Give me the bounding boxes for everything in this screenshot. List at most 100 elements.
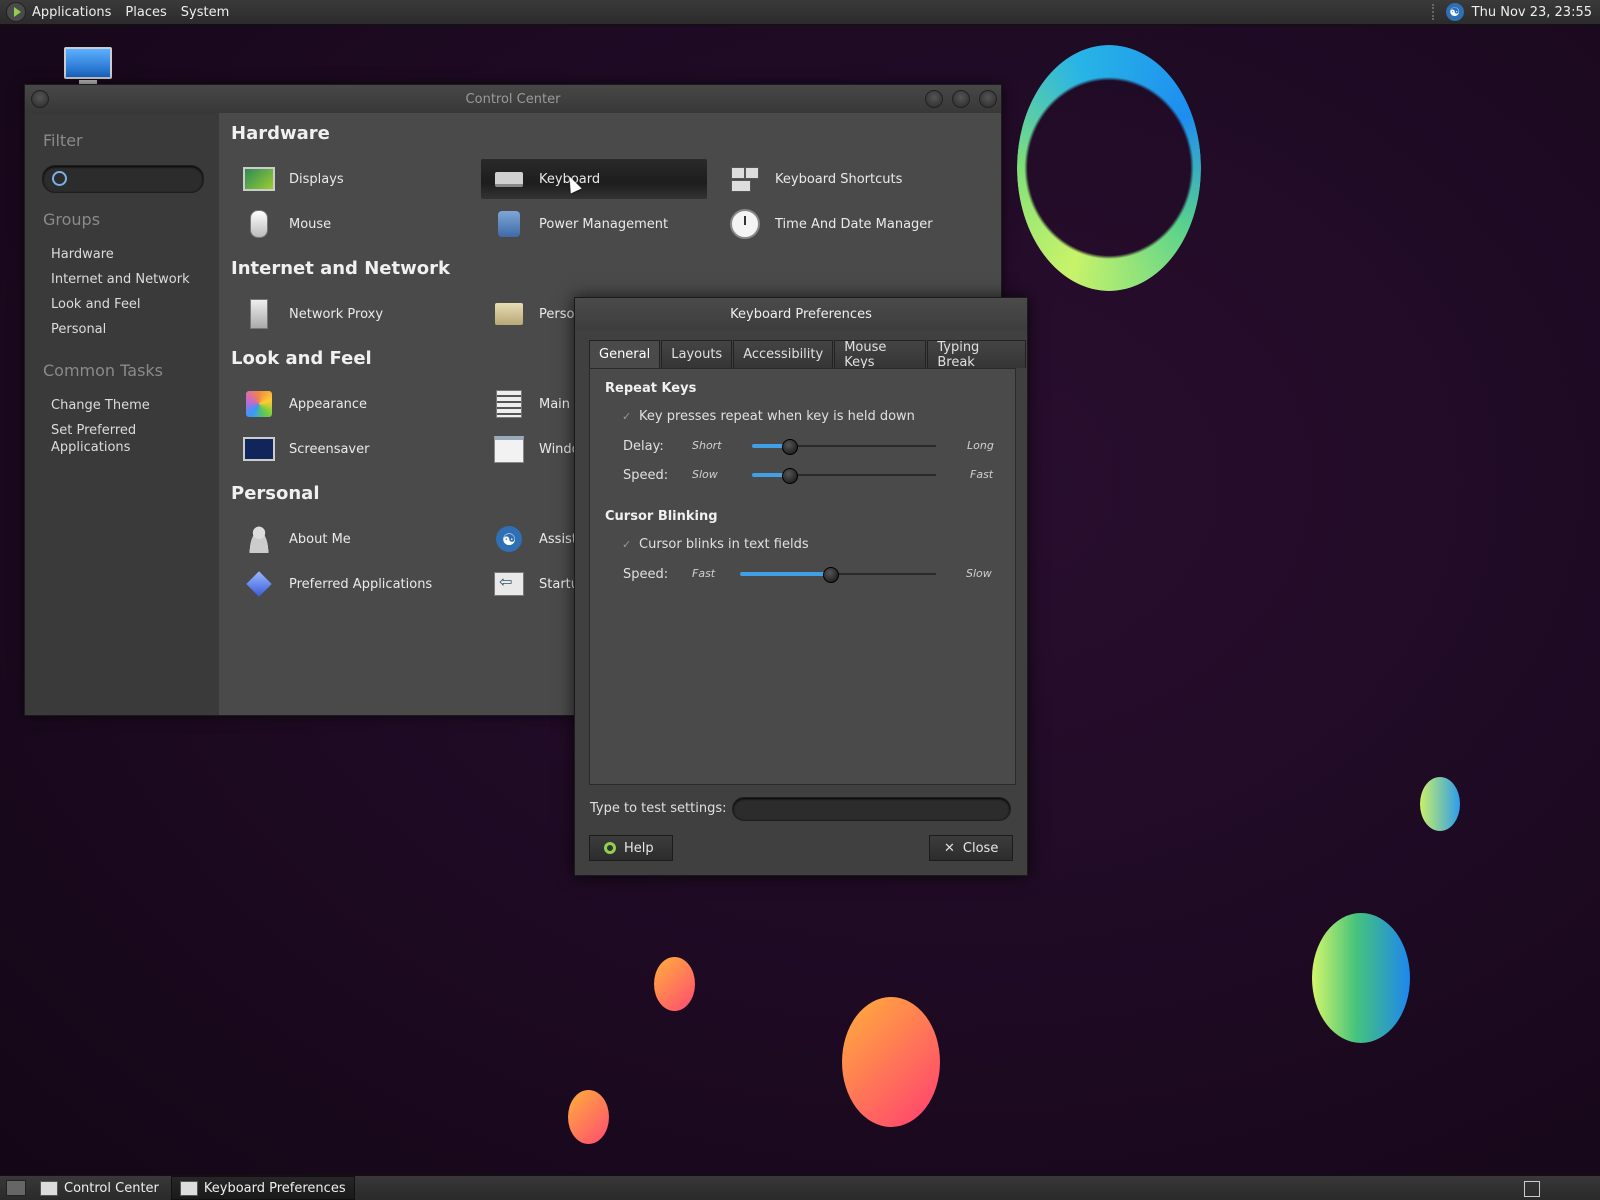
taskbar-control-center[interactable]: Control Center (32, 1177, 167, 1199)
general-tab-panel: Repeat Keys ✓ Key presses repeat when ke… (589, 368, 1016, 785)
section-internet-title: Internet and Network (231, 258, 450, 279)
keyboard-preferences-window: Keyboard Preferences General Layouts Acc… (574, 297, 1028, 876)
repeat-speed-label: Speed: (623, 468, 669, 483)
repeat-keys-checkbox[interactable]: ✓ Key presses repeat when key is held do… (622, 409, 915, 424)
taskbar-keyboard-preferences[interactable]: Keyboard Preferences (170, 1176, 355, 1200)
main-menu-icon (496, 390, 522, 418)
wallpaper-bubble (568, 1090, 609, 1144)
delay-max-label: Long (967, 439, 994, 452)
control-center-sidebar: Filter Groups Hardware Internet and Netw… (25, 113, 219, 715)
keyboard-preferences-titlebar[interactable]: Keyboard Preferences (575, 298, 1027, 330)
close-button[interactable]: ✕ Close (929, 835, 1013, 861)
test-settings-label: Type to test settings: (590, 801, 727, 816)
group-internet-network[interactable]: Internet and Network (51, 271, 190, 288)
preferred-applications-icon (246, 571, 272, 597)
panel-grip-icon (1431, 4, 1438, 20)
group-hardware[interactable]: Hardware (51, 246, 114, 263)
slider-knob[interactable] (781, 439, 798, 455)
repeat-speed-slider[interactable] (752, 468, 936, 484)
item-time-date-manager[interactable]: Time And Date Manager (717, 204, 943, 244)
about-me-icon (247, 525, 271, 553)
help-icon (604, 842, 616, 854)
wallpaper-bubble (1420, 777, 1460, 831)
minimize-button[interactable] (925, 90, 943, 108)
tab-typing-break[interactable]: Typing Break (927, 340, 1026, 370)
tab-layouts[interactable]: Layouts (661, 340, 733, 368)
tab-mouse-keys[interactable]: Mouse Keys (834, 340, 927, 370)
clock[interactable]: Thu Nov 23, 23:55 (1472, 5, 1592, 20)
blink-speed-slider[interactable] (740, 567, 936, 583)
close-icon: ✕ (944, 840, 955, 856)
item-screensaver[interactable]: Screensaver (231, 429, 457, 469)
keyboard-shortcuts-icon (731, 167, 759, 192)
repeat-speed-min-label: Slow (692, 468, 718, 481)
delay-slider[interactable] (752, 439, 936, 455)
filter-input[interactable] (71, 169, 195, 189)
repeat-speed-max-label: Fast (970, 468, 994, 481)
mouse-icon (250, 210, 268, 238)
section-hardware-title: Hardware (231, 123, 330, 144)
search-icon (52, 171, 67, 186)
workspace-switcher-icon[interactable] (1524, 1181, 1540, 1197)
filter-heading: Filter (43, 131, 83, 150)
item-about-me[interactable]: About Me (231, 519, 457, 559)
item-preferred-applications[interactable]: Preferred Applications (231, 564, 457, 604)
control-center-titlebar[interactable]: Control Center (25, 85, 1001, 113)
wallpaper-bubble (1312, 913, 1410, 1043)
slider-knob[interactable] (781, 468, 798, 484)
slider-knob[interactable] (823, 567, 840, 583)
delay-label: Delay: (623, 439, 664, 454)
item-keyboard-shortcuts[interactable]: Keyboard Shortcuts (717, 159, 943, 199)
system-menu[interactable]: System (181, 5, 229, 20)
group-personal[interactable]: Personal (51, 321, 106, 338)
wallpaper-ring (1017, 45, 1201, 291)
network-proxy-icon (250, 299, 268, 329)
bottom-panel: Control Center Keyboard Preferences (0, 1175, 1600, 1200)
startup-icon (494, 572, 524, 596)
checkmark-icon: ✓ (622, 410, 632, 423)
help-button[interactable]: Help (589, 835, 673, 861)
task-change-theme[interactable]: Change Theme (51, 397, 150, 414)
accessibility-icon[interactable]: ☯ (1445, 3, 1464, 21)
window-menu-button[interactable] (31, 90, 49, 108)
tab-bar: General Layouts Accessibility Mouse Keys… (589, 340, 1027, 370)
folder-icon (495, 303, 523, 325)
item-power-management[interactable]: Power Management (481, 204, 707, 244)
common-tasks-heading: Common Tasks (43, 361, 164, 380)
show-desktop-icon[interactable] (6, 1180, 26, 1196)
dialog-title: Keyboard Preferences (730, 306, 872, 322)
section-look-title: Look and Feel (231, 348, 372, 369)
wallpaper-bubble (842, 997, 940, 1127)
test-settings-input[interactable] (732, 797, 1011, 821)
groups-heading: Groups (43, 210, 101, 229)
clock-icon (730, 209, 760, 239)
delay-min-label: Short (692, 439, 722, 452)
filter-field[interactable] (42, 165, 204, 193)
item-keyboard[interactable]: Keyboard (481, 159, 707, 199)
item-network-proxy[interactable]: Network Proxy (231, 294, 457, 334)
cursor-blinking-heading: Cursor Blinking (605, 509, 718, 524)
item-appearance[interactable]: Appearance (231, 384, 457, 424)
wallpaper-bubble (654, 957, 695, 1011)
menu-logo-icon[interactable] (6, 2, 26, 22)
group-look-feel[interactable]: Look and Feel (51, 296, 141, 313)
window-title: Control Center (465, 91, 561, 107)
cursor-blinks-checkbox[interactable]: ✓ Cursor blinks in text fields (622, 537, 809, 552)
top-panel: Applications Places System ☯ Thu Nov 23,… (0, 0, 1600, 25)
maximize-button[interactable] (952, 90, 970, 108)
power-management-icon (498, 211, 520, 237)
task-set-preferred-applications[interactable]: Set Preferred Applications (51, 422, 161, 456)
section-personal-title: Personal (231, 483, 320, 504)
monitor-icon (243, 167, 275, 191)
item-displays[interactable]: Displays (231, 159, 457, 199)
item-mouse[interactable]: Mouse (231, 204, 457, 244)
tab-general[interactable]: General (589, 340, 661, 368)
tab-accessibility[interactable]: Accessibility (733, 340, 834, 368)
appearance-icon (246, 391, 272, 417)
keyboard-task-icon (179, 1180, 198, 1196)
checkmark-icon: ✓ (622, 538, 632, 551)
computer-desktop-icon[interactable] (64, 47, 112, 84)
close-window-button[interactable] (979, 90, 997, 108)
applications-menu[interactable]: Applications (32, 5, 111, 20)
places-menu[interactable]: Places (125, 5, 166, 20)
